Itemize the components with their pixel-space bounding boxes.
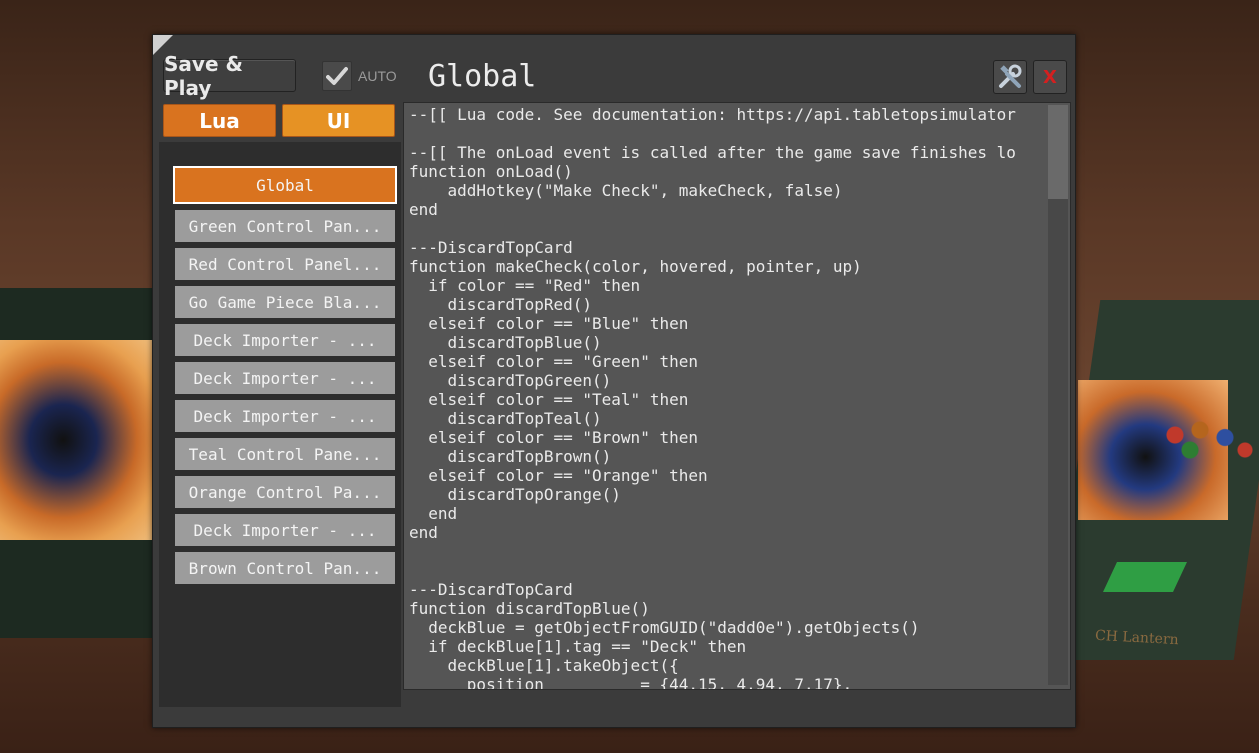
close-button[interactable]: X xyxy=(1033,60,1067,94)
script-item[interactable]: Teal Control Pane... xyxy=(175,438,395,470)
checkmark-icon xyxy=(326,67,348,85)
script-item[interactable]: Deck Importer - ... xyxy=(175,362,395,394)
close-icon: X xyxy=(1043,66,1057,88)
tab-lua[interactable]: Lua xyxy=(163,104,276,137)
code-editor[interactable]: --[[ Lua code. See documentation: https:… xyxy=(403,102,1071,690)
script-item[interactable]: Deck Importer - ... xyxy=(175,324,395,356)
script-editor-window: Save & Play AUTO Global X Lua UI Global … xyxy=(152,34,1076,728)
tools-icon xyxy=(999,64,1022,88)
script-item[interactable]: Orange Control Pa... xyxy=(175,476,395,508)
scrollbar[interactable] xyxy=(1048,105,1068,685)
script-item[interactable]: Green Control Pan... xyxy=(175,210,395,242)
script-item[interactable]: Brown Control Pan... xyxy=(175,552,395,584)
scrollbar-thumb[interactable] xyxy=(1048,105,1068,199)
script-sidebar: Global Green Control Pan... Red Control … xyxy=(159,142,401,707)
page-title: Global xyxy=(428,59,537,94)
background-green-card xyxy=(1103,562,1187,592)
script-item[interactable]: Deck Importer - ... xyxy=(175,400,395,432)
script-item[interactable]: Red Control Panel... xyxy=(175,248,395,280)
code-text[interactable]: --[[ Lua code. See documentation: https:… xyxy=(409,105,1044,689)
script-list: Global Green Control Pan... Red Control … xyxy=(173,166,401,590)
script-item-global[interactable]: Global xyxy=(173,166,397,204)
save-and-play-button[interactable]: Save & Play xyxy=(163,52,296,100)
tools-button[interactable] xyxy=(993,60,1027,94)
script-item[interactable]: Deck Importer - ... xyxy=(175,514,395,546)
background-game-pieces xyxy=(1155,415,1255,465)
auto-label: AUTO xyxy=(358,68,397,84)
auto-checkbox[interactable] xyxy=(322,61,352,91)
script-item[interactable]: Go Game Piece Bla... xyxy=(175,286,395,318)
tab-ui[interactable]: UI xyxy=(282,104,395,137)
background-card-art-left xyxy=(0,340,158,540)
